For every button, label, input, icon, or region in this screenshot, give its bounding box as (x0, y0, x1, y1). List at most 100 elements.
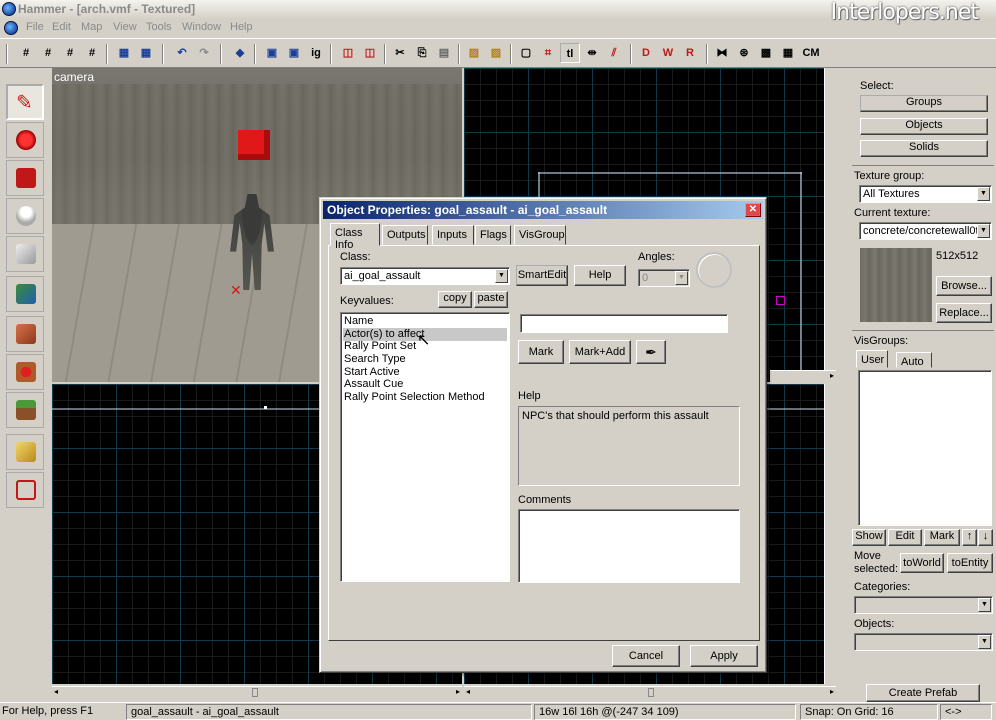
display-solid-icon[interactable]: D (636, 43, 656, 63)
menu-tools[interactable]: Tools (146, 21, 172, 33)
edit-button[interactable]: Edit (888, 529, 922, 546)
display-render-icon[interactable]: R (680, 43, 700, 63)
menu-help[interactable]: Help (230, 21, 253, 33)
arrow-down-icon[interactable]: ↓ (978, 529, 993, 546)
select-none-icon[interactable]: ◫ (360, 43, 380, 63)
grid-3d-icon[interactable]: # (82, 43, 102, 63)
paste-icon[interactable]: ▤ (434, 43, 454, 63)
angle-dial[interactable] (696, 252, 732, 288)
cut-icon[interactable]: ✂ (390, 43, 410, 63)
tab-visgroup[interactable]: VisGroup (514, 225, 566, 245)
side-view-vscroll[interactable] (824, 384, 836, 684)
side-view-hscroll[interactable]: ◂ ▸ (464, 686, 836, 698)
select-all-icon[interactable]: ◫ (338, 43, 358, 63)
grid-larger-icon[interactable]: # (60, 43, 80, 63)
grid-smaller-icon[interactable]: # (38, 43, 58, 63)
hide-objects-icon[interactable]: ▣ (262, 43, 282, 63)
tab-outputs[interactable]: Outputs (382, 225, 428, 245)
redo-icon[interactable]: ↷ (194, 43, 214, 63)
solids-button[interactable]: Solids (860, 140, 988, 157)
align-icon[interactable]: ⫽ (604, 43, 624, 63)
decal-tool[interactable] (6, 354, 44, 390)
keyvalue-item[interactable]: Rally Point Set (343, 340, 416, 353)
top-view-hscroll[interactable]: ▸ (770, 370, 836, 382)
groups-button[interactable]: Groups (860, 95, 988, 112)
replace-button[interactable]: Replace... (936, 303, 992, 323)
to-world-button[interactable]: toWorld (900, 553, 944, 573)
carve-icon[interactable]: ▦ (114, 43, 134, 63)
apply-texture-tool[interactable] (6, 316, 44, 352)
objects-select[interactable]: ▼ (854, 633, 993, 651)
texture-lock-icon[interactable]: ▨ (464, 43, 484, 63)
angles-field[interactable]: 0 ▼ (638, 269, 690, 287)
show-objects-icon[interactable]: ▣ (284, 43, 304, 63)
keyvalues-list[interactable]: Name Actor(s) to affect Rally Point Set … (340, 312, 510, 582)
cancel-button[interactable]: Cancel (612, 645, 680, 667)
mark-add-button[interactable]: Mark+Add (569, 340, 631, 364)
map-info-icon[interactable]: ▦ (778, 43, 798, 63)
create-prefab-button[interactable]: Create Prefab (866, 684, 980, 702)
mark-button[interactable]: Mark (518, 340, 564, 364)
tab-inputs[interactable]: Inputs (432, 225, 474, 245)
grid-toggle-icon[interactable]: # (16, 43, 36, 63)
texture-group-select[interactable]: All Textures ▼ (859, 185, 992, 203)
entity-red-box[interactable] (238, 130, 270, 160)
clip-icon[interactable]: ⧓ (712, 43, 732, 63)
keyvalue-item[interactable]: Name (343, 315, 373, 328)
keyvalue-item[interactable]: Rally Point Selection Method (343, 391, 485, 404)
entity-tool[interactable] (6, 198, 44, 234)
apply-button[interactable]: Apply (690, 645, 758, 667)
ignore-groups-icon[interactable]: ig (306, 43, 326, 63)
magnify-tool[interactable] (6, 122, 44, 158)
eyedropper-icon[interactable]: ✒ (636, 340, 666, 364)
keyvalue-value-field[interactable] (520, 314, 728, 333)
copy-icon[interactable]: ⎘ (412, 43, 432, 63)
block-tool[interactable] (6, 236, 44, 272)
copy-button[interactable]: copy (438, 291, 472, 308)
dialog-title-bar[interactable]: Object Properties: goal_assault - ai_goa… (323, 201, 763, 219)
toggle-tl-icon[interactable]: tl (560, 43, 580, 63)
entity-report-icon[interactable]: ⊛ (734, 43, 754, 63)
group-icon[interactable]: ▦ (136, 43, 156, 63)
cordon-icon[interactable]: CM (800, 43, 822, 63)
menu-file[interactable]: File (26, 21, 44, 33)
menu-window[interactable]: Window (182, 21, 221, 33)
paste-button[interactable]: paste (474, 291, 508, 308)
close-icon[interactable]: ✕ (745, 203, 761, 217)
compile-icon[interactable]: ◆ (230, 43, 250, 63)
categories-select[interactable]: ▼ (854, 596, 993, 614)
vis-tab-user[interactable]: User (856, 350, 888, 368)
texture-scale-lock-icon[interactable]: ▨ (486, 43, 506, 63)
top-view-vscroll[interactable] (824, 68, 836, 370)
keyvalue-item[interactable]: Search Type (343, 353, 406, 366)
tab-flags[interactable]: Flags (475, 225, 511, 245)
overlay-tool[interactable] (6, 392, 44, 428)
camera-tool[interactable] (6, 160, 44, 196)
clipping-tool[interactable] (6, 434, 44, 470)
selection-tool[interactable]: ✎ (6, 84, 44, 120)
comments-field[interactable] (518, 509, 740, 583)
visgroups-list[interactable] (858, 370, 992, 526)
entity-marker[interactable] (776, 296, 785, 305)
keyvalue-item[interactable]: Assault Cue (343, 378, 403, 391)
snap-icon[interactable]: ⌗ (538, 43, 558, 63)
current-texture-select[interactable]: concrete/concretewall0t ▼ (859, 222, 992, 240)
menu-map[interactable]: Map (81, 21, 102, 33)
objects-button[interactable]: Objects (860, 118, 988, 135)
display-wire-icon[interactable]: W (658, 43, 678, 63)
vertex-tool[interactable] (6, 472, 44, 508)
to-entity-button[interactable]: toEntity (947, 553, 993, 573)
check-problems-icon[interactable]: ▩ (756, 43, 776, 63)
goal-assault-entity-icon[interactable]: ✕ (230, 282, 246, 298)
flip-icon[interactable]: ⇹ (582, 43, 602, 63)
vis-tab-auto[interactable]: Auto (896, 352, 932, 368)
arrow-up-icon[interactable]: ↑ (962, 529, 977, 546)
menu-view[interactable]: View (113, 21, 137, 33)
selection-box-icon[interactable]: ▢ (516, 43, 536, 63)
front-view-hscroll[interactable]: ◂ ▸ (52, 686, 462, 698)
browse-button[interactable]: Browse... (936, 276, 992, 296)
undo-icon[interactable]: ↶ (172, 43, 192, 63)
menu-edit[interactable]: Edit (52, 21, 71, 33)
texture-application-tool[interactable] (6, 276, 44, 312)
tab-class-info[interactable]: Class Info (330, 223, 380, 251)
